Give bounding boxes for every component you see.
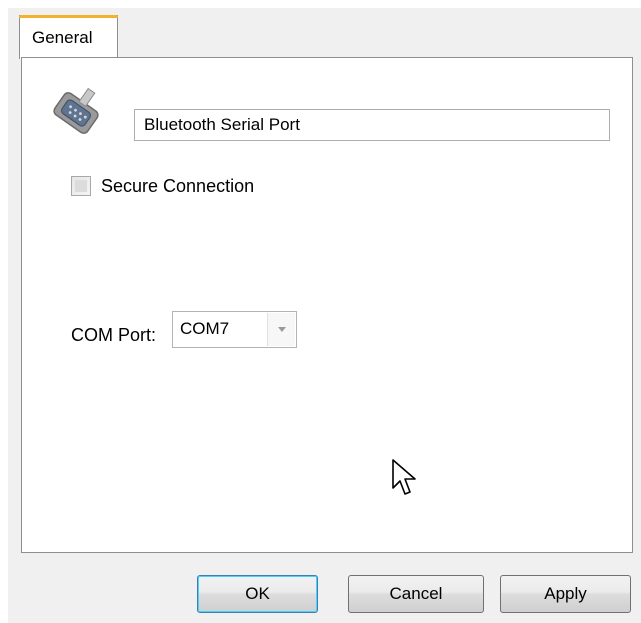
com-port-dropdown[interactable]: COM7 bbox=[172, 311, 297, 348]
com-port-label: COM Port: bbox=[71, 325, 157, 345]
tab-general-label: General bbox=[32, 28, 93, 47]
ok-button[interactable]: OK bbox=[197, 575, 318, 613]
mouse-pointer-icon bbox=[392, 459, 416, 495]
secure-connection-checkbox[interactable] bbox=[71, 176, 91, 196]
tab-active-accent bbox=[19, 15, 118, 18]
dropdown-arrow-icon[interactable] bbox=[267, 313, 295, 346]
tab-general[interactable]: General bbox=[19, 15, 118, 59]
apply-button[interactable]: Apply bbox=[500, 575, 631, 613]
device-name-field[interactable] bbox=[134, 109, 610, 141]
cancel-button[interactable]: Cancel bbox=[348, 575, 484, 613]
secure-connection-label[interactable]: Secure Connection bbox=[101, 176, 254, 197]
com-port-value: COM7 bbox=[180, 319, 230, 338]
serial-port-icon bbox=[53, 87, 99, 134]
